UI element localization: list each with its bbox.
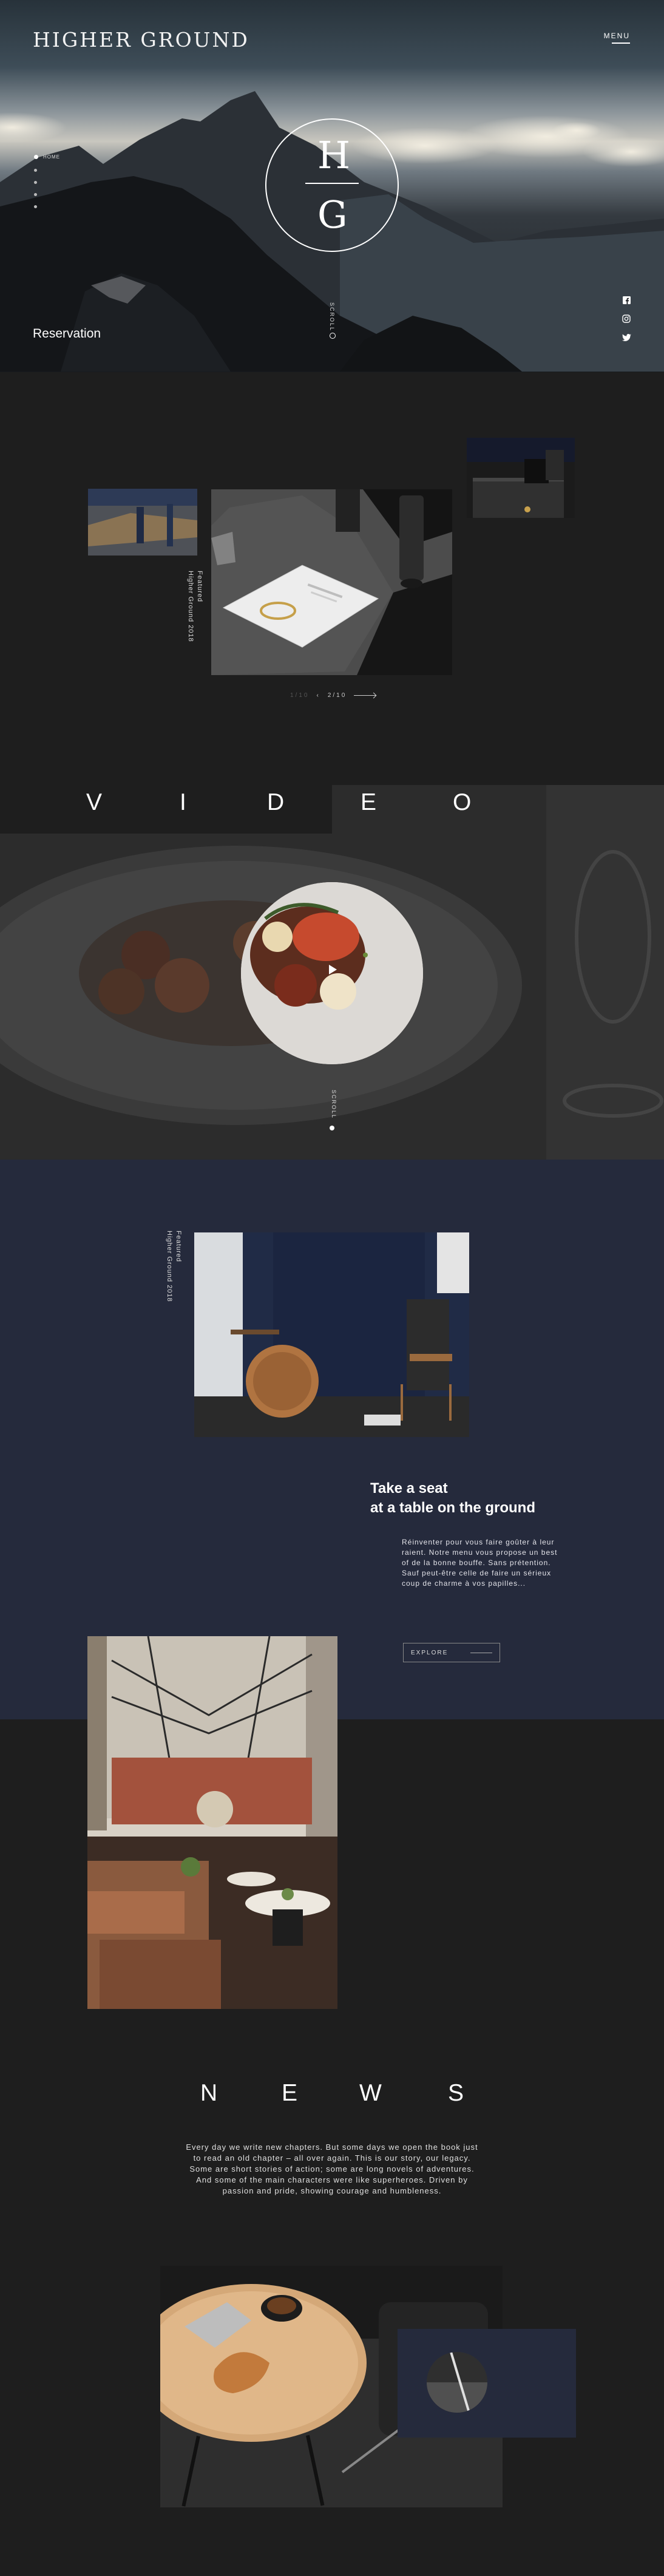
news-card[interactable] <box>398 2329 576 2438</box>
scroll-indicator[interactable] <box>330 333 336 339</box>
side-nav-item[interactable] <box>34 169 60 172</box>
side-navigation: HOME <box>34 154 60 208</box>
lounge-photo[interactable] <box>87 1636 337 2009</box>
chevron-left-icon[interactable]: ‹ <box>316 692 320 699</box>
explore-button[interactable]: EXPLORE <box>403 1643 500 1662</box>
gallery-photo-bar[interactable] <box>88 489 197 556</box>
hamburger-icon <box>612 42 630 44</box>
caption-line: Featured <box>175 1231 182 1263</box>
emblem-divider <box>305 183 359 184</box>
gallery-photo-main[interactable] <box>211 489 452 675</box>
news-heading-letter: N <box>200 2080 218 2106</box>
caption-line: Higher Ground 2018 <box>166 1231 173 1302</box>
reservation-link[interactable]: Reservation <box>33 327 101 341</box>
menu-label: MENU <box>603 32 630 40</box>
nav-dot-icon <box>34 181 37 184</box>
news-heading-letter: S <box>448 2080 464 2106</box>
nav-dot-icon <box>34 169 37 172</box>
side-nav-item-home[interactable]: HOME <box>34 154 60 160</box>
video-heading-letter: I <box>180 789 188 815</box>
play-icon[interactable] <box>325 963 339 979</box>
video-heading-letter: D <box>267 789 286 815</box>
news-card-image <box>427 2352 487 2413</box>
video-heading-letter: V <box>86 789 104 815</box>
featured-caption: Featured Higher Ground 2018 <box>164 1231 183 1302</box>
side-nav-item[interactable] <box>34 205 60 208</box>
emblem-letter-g: G <box>317 192 348 237</box>
scroll-label: SCROLL <box>331 1090 337 1120</box>
explore-label: EXPLORE <box>411 1649 449 1656</box>
news-description: Every day we write new chapters. But som… <box>186 2143 478 2195</box>
seat-photo[interactable] <box>194 1232 469 1437</box>
featured-caption: Featured Higher Ground 2018 <box>186 571 204 642</box>
caption-line: Featured <box>196 571 203 603</box>
nav-dot-icon <box>34 205 37 208</box>
seat-heading-line: at a table on the ground <box>370 1500 536 1516</box>
social-links <box>622 295 631 342</box>
side-nav-item[interactable] <box>34 181 60 184</box>
pager-current-label: 2/10 <box>327 692 347 699</box>
pager-prev-label[interactable]: 1/10 <box>290 692 309 699</box>
hero-section: HIGHER GROUND MENU H G HOME Reservation … <box>0 0 664 372</box>
twitter-icon[interactable] <box>622 333 631 342</box>
side-nav-item[interactable] <box>34 193 60 196</box>
gallery-pager: 1/10 ‹ 2/10 <box>290 692 376 699</box>
seat-heading: Take a seat at a table on the ground <box>370 1479 535 1518</box>
seat-heading-line: Take a seat <box>370 1480 448 1497</box>
gallery-photo-counter[interactable] <box>467 438 575 518</box>
instagram-icon[interactable] <box>622 314 631 324</box>
video-heading-letter: O <box>453 789 473 815</box>
hg-emblem: H G <box>265 118 399 252</box>
site-logo[interactable]: HIGHER GROUND <box>33 28 249 52</box>
news-heading-letter: E <box>282 2080 298 2106</box>
emblem-letter-h: H <box>317 133 351 177</box>
arrow-right-icon[interactable] <box>354 695 376 696</box>
video-heading-letter: E <box>361 789 378 815</box>
scroll-indicator[interactable] <box>330 1126 334 1130</box>
seat-description: Réinventer pour vous faire goûter à leur… <box>402 1538 558 1588</box>
news-heading-letter: W <box>359 2080 382 2106</box>
caption-line: Higher Ground 2018 <box>187 571 194 642</box>
nav-dot-icon <box>34 155 38 159</box>
nav-dot-icon <box>34 193 37 196</box>
menu-button[interactable]: MENU <box>604 32 630 44</box>
scroll-label: SCROLL <box>329 302 335 332</box>
facebook-icon[interactable] <box>622 295 631 305</box>
side-nav-label: HOME <box>43 154 60 160</box>
